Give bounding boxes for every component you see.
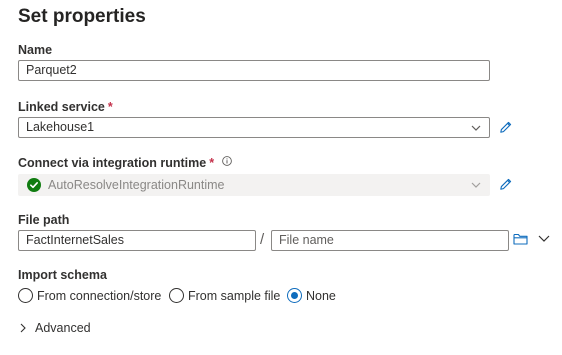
advanced-toggle[interactable]: Advanced — [20, 321, 91, 335]
integration-runtime-value: AutoResolveIntegrationRuntime — [48, 177, 225, 192]
folder-path-input[interactable]: FactInternetSales — [18, 230, 256, 251]
radio-label: From sample file — [188, 288, 281, 303]
name-input[interactable]: Parquet2 — [18, 60, 490, 81]
integration-runtime-select: AutoResolveIntegrationRuntime — [18, 174, 490, 196]
chevron-down-icon — [471, 123, 481, 133]
file-path-label-text: File path — [18, 213, 70, 227]
import-schema-label-text: Import schema — [18, 268, 107, 282]
radio-from-connection[interactable]: From connection/store — [18, 288, 161, 303]
file-name-input[interactable]: File name — [271, 230, 509, 251]
radio-circle[interactable] — [18, 288, 33, 303]
check-circle-icon — [27, 178, 41, 192]
linked-service-label-text: Linked service — [18, 100, 105, 114]
panel-title: Set properties — [18, 6, 146, 27]
browse-options-chevron-icon[interactable] — [537, 232, 551, 244]
integration-runtime-label: Connect via integration runtime * — [18, 156, 232, 170]
chevron-right-icon — [20, 323, 26, 333]
import-schema-label: Import schema — [18, 268, 107, 282]
info-icon[interactable] — [221, 156, 232, 166]
linked-service-value: Lakehouse1 — [26, 120, 95, 134]
file-path-label: File path — [18, 213, 69, 227]
required-mark: * — [209, 156, 215, 170]
radio-circle[interactable] — [169, 288, 184, 303]
edit-integration-runtime-icon[interactable] — [496, 175, 514, 193]
radio-from-sample-file[interactable]: From sample file — [169, 288, 280, 303]
radio-none[interactable]: None — [287, 288, 336, 303]
name-input-value: Parquet2 — [26, 63, 77, 77]
path-separator: / — [260, 231, 265, 248]
linked-service-label: Linked service * — [18, 100, 113, 114]
radio-label: From connection/store — [37, 288, 162, 303]
required-mark: * — [107, 100, 113, 114]
radio-circle-selected[interactable] — [287, 288, 302, 303]
chevron-down-icon — [471, 180, 481, 190]
file-name-placeholder: File name — [279, 233, 334, 247]
radio-label: None — [306, 288, 336, 303]
edit-linked-service-icon[interactable] — [496, 118, 514, 136]
integration-runtime-value-wrap: AutoResolveIntegrationRuntime — [27, 176, 225, 195]
name-label-text: Name — [18, 43, 53, 57]
integration-runtime-label-text: Connect via integration runtime — [18, 156, 207, 170]
folder-browse-icon[interactable] — [512, 231, 528, 247]
linked-service-select[interactable]: Lakehouse1 — [18, 117, 490, 138]
advanced-label: Advanced — [35, 321, 91, 335]
name-label: Name — [18, 43, 52, 57]
folder-path-value: FactInternetSales — [26, 233, 124, 247]
